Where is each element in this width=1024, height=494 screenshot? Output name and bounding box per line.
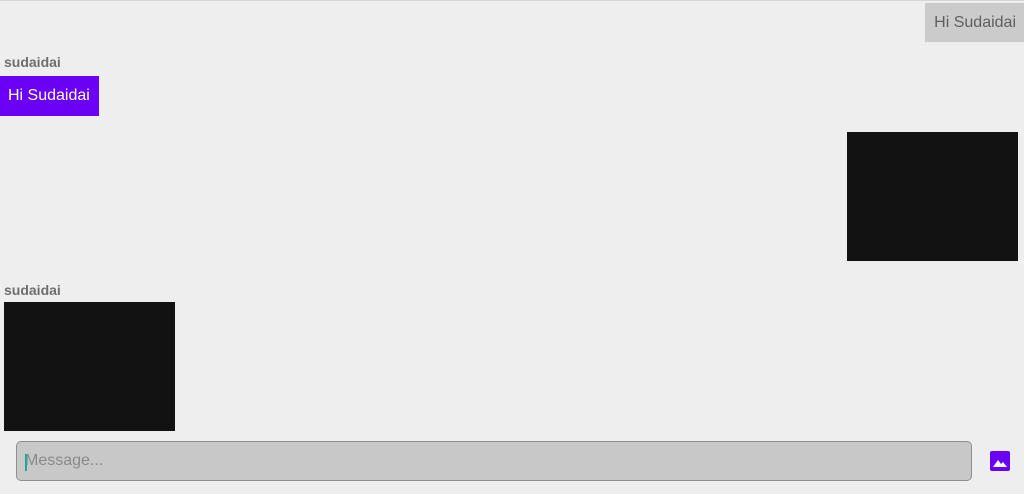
message-composer [16, 441, 972, 481]
incoming-image-message[interactable] [4, 302, 175, 431]
sender-name: sudaidai [4, 54, 61, 70]
image-icon [990, 451, 1010, 471]
message-input[interactable] [17, 442, 971, 480]
outgoing-image-message[interactable] [847, 132, 1018, 261]
outgoing-message-bubble[interactable]: Hi Sudaidai [925, 3, 1024, 42]
incoming-message-bubble[interactable]: Hi Sudaidai [0, 76, 99, 116]
text-caret [25, 454, 27, 471]
chat-screen: Hi Sudaidai sudaidai Hi Sudaidai sudaida… [0, 0, 1024, 494]
send-image-button[interactable] [989, 450, 1011, 472]
sender-name: sudaidai [4, 282, 61, 298]
